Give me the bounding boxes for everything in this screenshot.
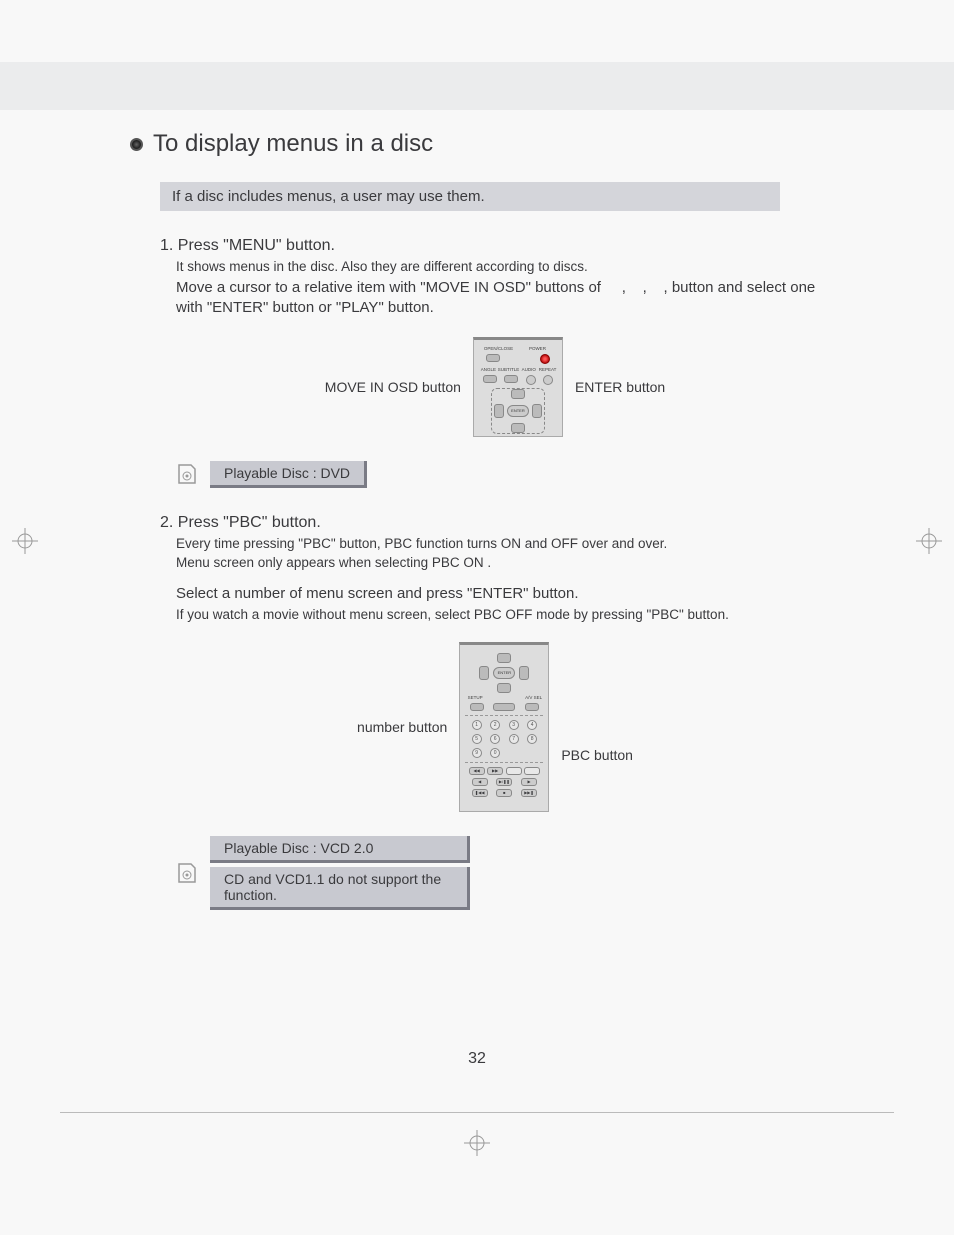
step-2-fine: If you watch a movie without menu screen… [176,606,830,624]
next-button: ▶ [521,778,537,786]
num-7: 7 [509,734,519,744]
dpad-down-icon [511,423,525,433]
display-button [493,703,515,711]
section-title: To display menus in a disc [130,130,830,158]
audio-button [526,375,536,385]
page-number: 32 [0,1050,954,1068]
remote-label-setup: SETUP [465,695,485,700]
note-2b-box: CD and VCD1.1 do not support the functio… [210,867,470,910]
dpad2-down-icon [497,683,511,693]
fwd-button: ▶▶ [487,767,503,775]
note-2: Playable Disc : VCD 2.0 CD and VCD1.1 do… [176,836,830,910]
step-1: 1. Press "MENU" button. It shows menus i… [160,237,830,437]
note-2a-box: Playable Disc : VCD 2.0 [210,836,470,863]
step-1-sub: It shows menus in the disc. Also they ar… [176,259,830,274]
note-icon-2 [176,860,198,886]
num-2: 2 [490,720,500,730]
remote-label-audio: AUDIO [519,367,538,372]
avsel-button [525,703,539,711]
label-move-in-osd: MOVE IN OSD button [325,379,461,395]
title-bullet-icon [130,138,143,151]
dpad2-up-icon [497,653,511,663]
remote-label-subtitle: SUBTITLE [498,367,520,372]
label-enter: ENTER button [575,379,665,395]
prev-button: ◀ [472,778,488,786]
step-2-head: 2. Press "PBC" button. [160,514,830,532]
num-1: 1 [472,720,482,730]
skip-fwd-button: ▶▶❚ [521,789,537,797]
step-2-sub2: Menu screen only appears when selecting … [176,555,830,570]
num-8: 8 [527,734,537,744]
crop-mark-left-icon [12,528,38,554]
note-icon [176,461,198,487]
num-4: 4 [527,720,537,730]
intro-text: If a disc includes menus, a user may use… [172,188,485,205]
label-pbc: PBC button [561,747,633,763]
note-2b-text: CD and VCD1.1 do not support the functio… [224,871,441,903]
step-2-sub1: Every time pressing "PBC" button, PBC fu… [176,536,830,551]
remote-control-mid: ENTER SETUP A/V SEL 1 2 3 4 5 [459,642,549,812]
section-title-text: To display menus in a disc [153,130,433,158]
num-6: 6 [490,734,500,744]
note-2-stack: Playable Disc : VCD 2.0 CD and VCD1.1 do… [210,836,470,910]
dpad-enter-button: ENTER [507,405,529,417]
step-1-body: Move a cursor to a relative item with "M… [176,278,830,319]
remote-illustration-2: number button ENTER SETUP A/V SEL [160,642,830,812]
dpad2-left-icon [479,666,489,680]
transport-row-1: ◀◀ ▶▶ [465,767,543,775]
skip-back-button: ❚◀◀ [472,789,488,797]
remote-label-power: POWER [518,346,557,351]
remote-label-avsel: A/V SEL [524,695,544,700]
dpad-right-icon [532,404,542,418]
note-1-box: Playable Disc : DVD [210,461,367,488]
repeat-button [543,375,553,385]
transport-row-2: ◀ ▶/❚❚ ▶ [465,778,543,786]
dpad-left-icon [494,404,504,418]
crop-mark-right-icon [916,528,942,554]
note-1: Playable Disc : DVD [176,461,830,488]
step-2-body: Select a number of menu screen and press… [176,584,830,604]
header-band [0,62,954,110]
number-pad: 1 2 3 4 5 6 7 8 9 0 [465,715,543,763]
dpad2-enter-button: ENTER [493,667,515,679]
bottom-rule [60,1112,894,1113]
crop-mark-bottom-icon [464,1130,490,1156]
transport-row-3: ❚◀◀ ■ ▶▶❚ [465,789,543,797]
label-number: number button [357,719,447,735]
dpad: ENTER [491,388,545,434]
dpad2-right-icon [519,666,529,680]
num-3: 3 [509,720,519,730]
power-button [540,354,550,364]
num-5: 5 [472,734,482,744]
remote-control-top: OPEN/CLOSE POWER ANGLE SUBTITLE AUDIO RE… [473,337,563,437]
dpad-2: ENTER [477,653,531,693]
pbc-button-icon [506,767,522,775]
rev-button: ◀◀ [469,767,485,775]
remote-label-openclose: OPEN/CLOSE [479,346,518,351]
stop-button: ■ [496,789,512,797]
note-1-text: Playable Disc : DVD [224,465,350,481]
open-close-button [486,354,500,362]
step-1-head: 1. Press "MENU" button. [160,237,830,255]
intro-banner: If a disc includes menus, a user may use… [160,182,780,211]
step-2: 2. Press "PBC" button. Every time pressi… [160,514,830,812]
remote-illustration-1: MOVE IN OSD button OPEN/CLOSE POWER ANGL… [160,337,830,437]
subtitle-button [504,375,518,383]
remote-label-repeat: REPEAT [538,367,557,372]
aux-button [524,767,540,775]
num-9: 9 [472,748,482,758]
angle-button [483,375,497,383]
playpause-button: ▶/❚❚ [496,778,512,786]
note-2a-text: Playable Disc : VCD 2.0 [224,840,373,856]
remote-label-angle: ANGLE [479,367,498,372]
num-0: 0 [490,748,500,758]
setup-button [470,703,484,711]
page-content: To display menus in a disc If a disc inc… [130,130,830,910]
dpad-up-icon [511,389,525,399]
